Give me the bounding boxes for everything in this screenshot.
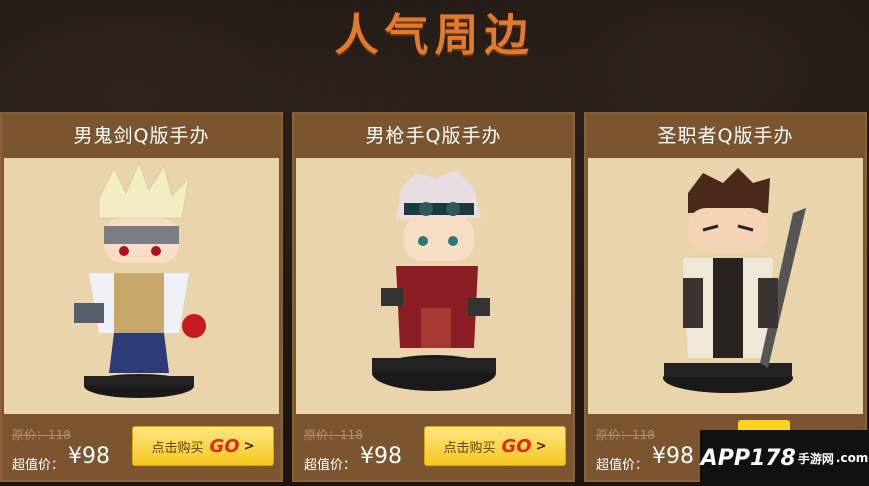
product-footer: 原价：118 超值价： ¥98 点击购买 GO > (294, 414, 573, 480)
watermark-domain: .com (835, 451, 869, 465)
buy-button-label: 点击购买 (443, 440, 496, 456)
chevron-right-icon: > (243, 438, 255, 454)
deal-label: 超值价： (304, 458, 357, 473)
watermark-logo: APP178 手游网 .com (700, 430, 869, 486)
deal-label: 超值价： (596, 458, 649, 473)
deal-price: ¥98 (360, 444, 402, 469)
original-price: 原价：118 (12, 428, 71, 442)
product-image[interactable] (296, 158, 571, 414)
product-card-priest: 圣职者Q版手办 原价：118 超值价： ¥98 (584, 112, 867, 482)
original-price: 原价：118 (596, 428, 655, 442)
original-price: 原价：118 (304, 428, 363, 442)
deal-label: 超值价： (12, 458, 65, 473)
go-label: GO (209, 435, 240, 457)
deal-price: ¥98 (68, 444, 110, 469)
product-image[interactable] (4, 158, 279, 414)
product-title: 男枪手Q版手办 (294, 114, 573, 158)
product-card-slayer: 男鬼剑Q版手办 原价：118 超值价： ¥98 点击购买 GO > (0, 112, 283, 482)
product-card-gunner: 男枪手Q版手办 原价：118 超值价： ¥98 点击购买 GO > (292, 112, 575, 482)
buy-button[interactable]: 点击购买 GO > (424, 426, 566, 466)
product-title: 男鬼剑Q版手办 (2, 114, 281, 158)
deal-price: ¥98 (652, 444, 694, 469)
figure-gunner-image (372, 170, 496, 391)
chevron-right-icon: > (535, 438, 547, 454)
figure-slayer-image (74, 161, 206, 398)
page-title: 人气周边 (334, 10, 535, 61)
product-footer: 原价：118 超值价： ¥98 点击购买 GO > (2, 414, 281, 480)
watermark-brand: APP178 (700, 445, 796, 471)
figure-priest-image (663, 168, 806, 393)
watermark-sub: 手游网 (797, 451, 834, 466)
buy-button[interactable]: 点击购买 GO > (132, 426, 274, 466)
buy-button-label: 点击购买 (151, 440, 204, 456)
product-title: 圣职者Q版手办 (586, 114, 865, 158)
product-image[interactable] (588, 158, 863, 414)
go-label: GO (501, 435, 532, 457)
